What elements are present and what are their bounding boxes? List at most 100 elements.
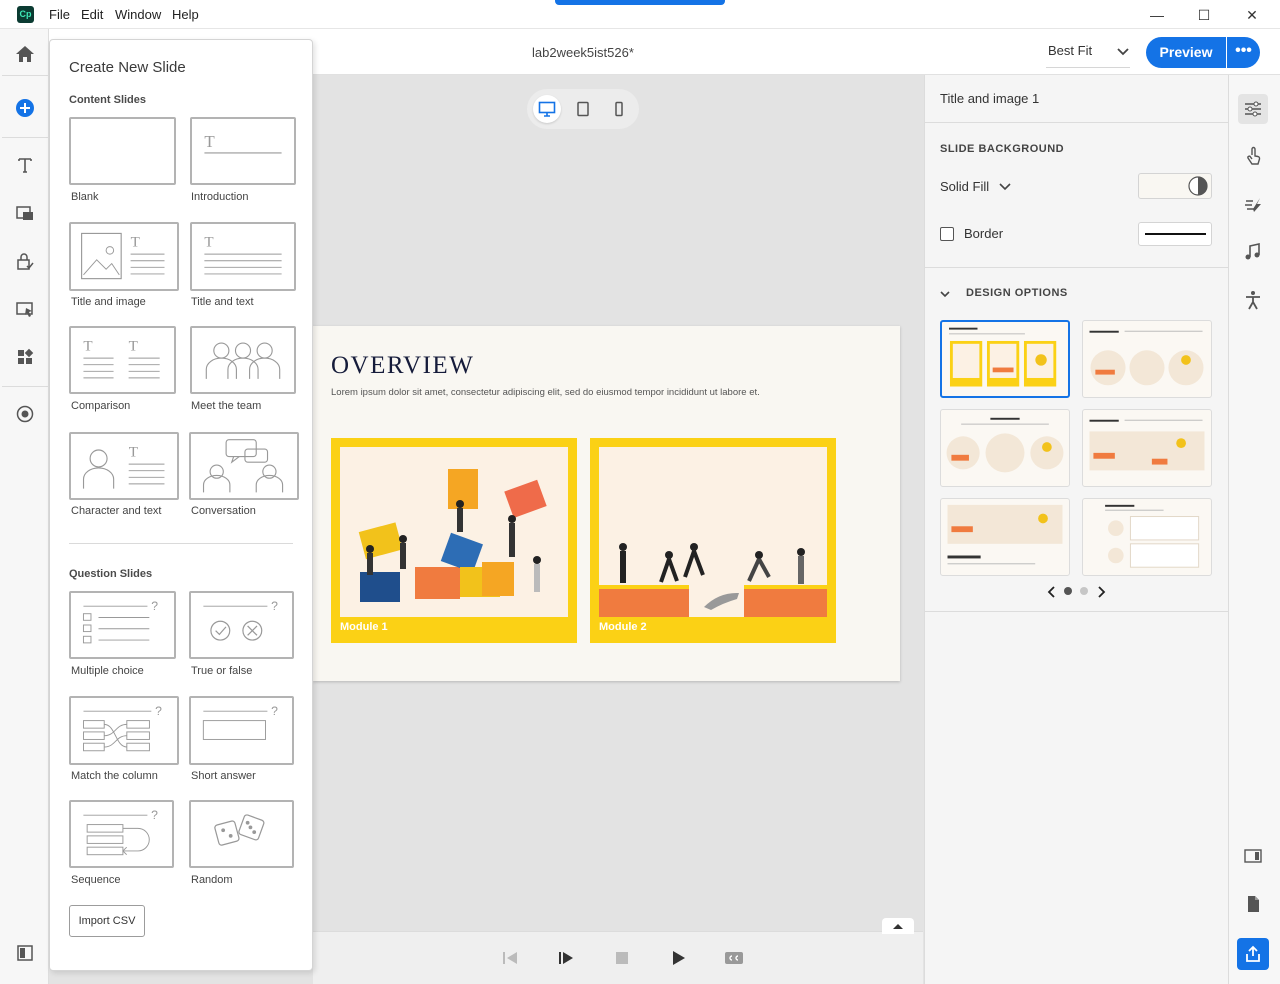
slide-body-text[interactable]: Lorem ipsum dolor sit amet, consectetur … — [331, 387, 760, 398]
svg-text:T: T — [83, 339, 92, 355]
animation-icon[interactable] — [1240, 191, 1266, 217]
chevron-down-icon[interactable] — [1116, 43, 1130, 59]
more-options-button[interactable]: ••• — [1227, 37, 1260, 68]
svg-text:?: ? — [271, 599, 278, 613]
document-icon[interactable] — [1240, 891, 1266, 917]
widgets-icon[interactable] — [12, 296, 38, 322]
thumb-label: Short answer — [191, 770, 256, 782]
slide-title[interactable]: OVERVIEW — [331, 352, 474, 380]
minimize-button[interactable]: — — [1147, 5, 1167, 25]
design-option-3[interactable] — [940, 409, 1070, 487]
app-logo: Cp — [17, 6, 34, 23]
comparison-thumb[interactable]: TT — [69, 326, 176, 394]
puzzle-image — [340, 447, 568, 617]
thumb-label: Title and image — [71, 296, 146, 308]
properties-sliders-icon[interactable] — [1238, 94, 1268, 124]
audio-icon[interactable] — [1240, 239, 1266, 265]
rail-divider — [2, 137, 48, 138]
module-1-label[interactable]: Module 1 — [340, 621, 388, 633]
border-label: Border — [964, 226, 1004, 241]
home-icon[interactable] — [12, 41, 38, 67]
panel-divider — [924, 122, 1228, 123]
media-icon[interactable] — [12, 200, 38, 226]
preview-button[interactable]: Preview — [1146, 37, 1226, 68]
thumb-label: True or false — [191, 665, 253, 677]
design-options-heading: DESIGN OPTIONS — [966, 287, 1068, 299]
design-option-6[interactable] — [1082, 498, 1212, 576]
border-checkbox[interactable] — [940, 227, 954, 241]
pager-dot-active[interactable] — [1064, 587, 1072, 595]
closed-captions-icon[interactable] — [723, 948, 745, 968]
add-slide-icon[interactable] — [12, 95, 38, 121]
design-option-1[interactable] — [940, 320, 1070, 398]
multiple-choice-thumb[interactable]: ? — [69, 591, 176, 659]
accessibility-icon[interactable] — [1240, 287, 1266, 313]
thumb-label: Title and text — [191, 296, 254, 308]
panel-divider — [924, 267, 1228, 268]
thumb-label: Random — [191, 874, 233, 886]
border-line-preview — [1145, 233, 1206, 235]
menu-help[interactable]: Help — [172, 7, 199, 22]
module-2-label[interactable]: Module 2 — [599, 621, 647, 633]
play-icon[interactable] — [667, 948, 689, 968]
short-answer-thumb[interactable]: ? — [189, 696, 294, 765]
assets-icon[interactable] — [12, 344, 38, 370]
next-slide-icon[interactable] — [555, 948, 577, 968]
match-the-column-thumb[interactable]: ? — [69, 696, 179, 765]
close-button[interactable]: ✕ — [1242, 5, 1262, 25]
color-picker-icon[interactable] — [1188, 176, 1208, 196]
record-icon[interactable] — [12, 401, 38, 427]
zoom-select[interactable]: Best Fit — [1048, 43, 1092, 58]
title-accent-bar — [555, 0, 725, 5]
chevron-right-icon[interactable] — [1096, 585, 1106, 598]
svg-text:T: T — [204, 132, 215, 151]
thumb-label: Introduction — [191, 191, 249, 203]
title-and-text-thumb[interactable]: T — [190, 222, 296, 291]
svg-text:T: T — [129, 445, 138, 461]
sequence-thumb[interactable]: ? — [69, 800, 174, 868]
thumb-label: Multiple choice — [71, 665, 144, 677]
conversation-thumb[interactable] — [189, 432, 299, 500]
random-thumb[interactable] — [189, 800, 294, 868]
menu-file[interactable]: File — [49, 7, 70, 22]
thumb-label: Match the column — [71, 770, 158, 782]
stop-icon[interactable] — [611, 948, 633, 968]
true-or-false-thumb[interactable]: ? — [189, 591, 294, 659]
chevron-up-icon[interactable] — [882, 918, 914, 934]
blank-slide-thumb[interactable] — [69, 117, 176, 185]
selected-slide-name: Title and image 1 — [940, 91, 1040, 106]
panel-toggle-icon[interactable] — [12, 940, 38, 966]
interaction-touch-icon[interactable] — [1240, 143, 1266, 169]
import-csv-button[interactable]: Import CSV — [69, 905, 145, 937]
character-and-text-thumb[interactable]: T — [69, 432, 179, 500]
menu-window[interactable]: Window — [115, 7, 161, 22]
text-icon[interactable] — [12, 152, 38, 178]
design-option-4[interactable] — [1082, 409, 1212, 487]
design-option-5[interactable] — [940, 498, 1070, 576]
phone-view-icon[interactable] — [605, 95, 633, 123]
desktop-view-icon[interactable] — [533, 95, 561, 123]
chevron-down-icon[interactable] — [939, 287, 951, 299]
title-and-image-thumb[interactable]: T — [69, 222, 179, 291]
rail-divider — [2, 386, 48, 387]
menu-edit[interactable]: Edit — [81, 7, 103, 22]
interactions-icon[interactable] — [12, 249, 38, 275]
previous-slide-icon[interactable] — [499, 948, 521, 968]
svg-text:T: T — [204, 235, 213, 251]
flyout-divider — [69, 543, 293, 544]
fill-type-select[interactable]: Solid Fill — [940, 179, 989, 194]
slide-background-heading: SLIDE BACKGROUND — [940, 143, 1065, 155]
publish-share-icon[interactable] — [1237, 938, 1269, 970]
content-slides-heading: Content Slides — [69, 94, 147, 106]
svg-text:T: T — [129, 339, 138, 355]
pager-dot[interactable] — [1080, 587, 1088, 595]
thumb-label: Character and text — [71, 505, 162, 517]
slide-panel-icon[interactable] — [1240, 843, 1266, 869]
meet-the-team-thumb[interactable] — [190, 326, 296, 394]
tablet-view-icon[interactable] — [569, 95, 597, 123]
design-option-2[interactable] — [1082, 320, 1212, 398]
chevron-left-icon[interactable] — [1047, 585, 1057, 598]
chevron-down-icon[interactable] — [998, 179, 1012, 193]
maximize-button[interactable]: ☐ — [1194, 5, 1214, 25]
introduction-thumb[interactable]: T — [190, 117, 296, 185]
